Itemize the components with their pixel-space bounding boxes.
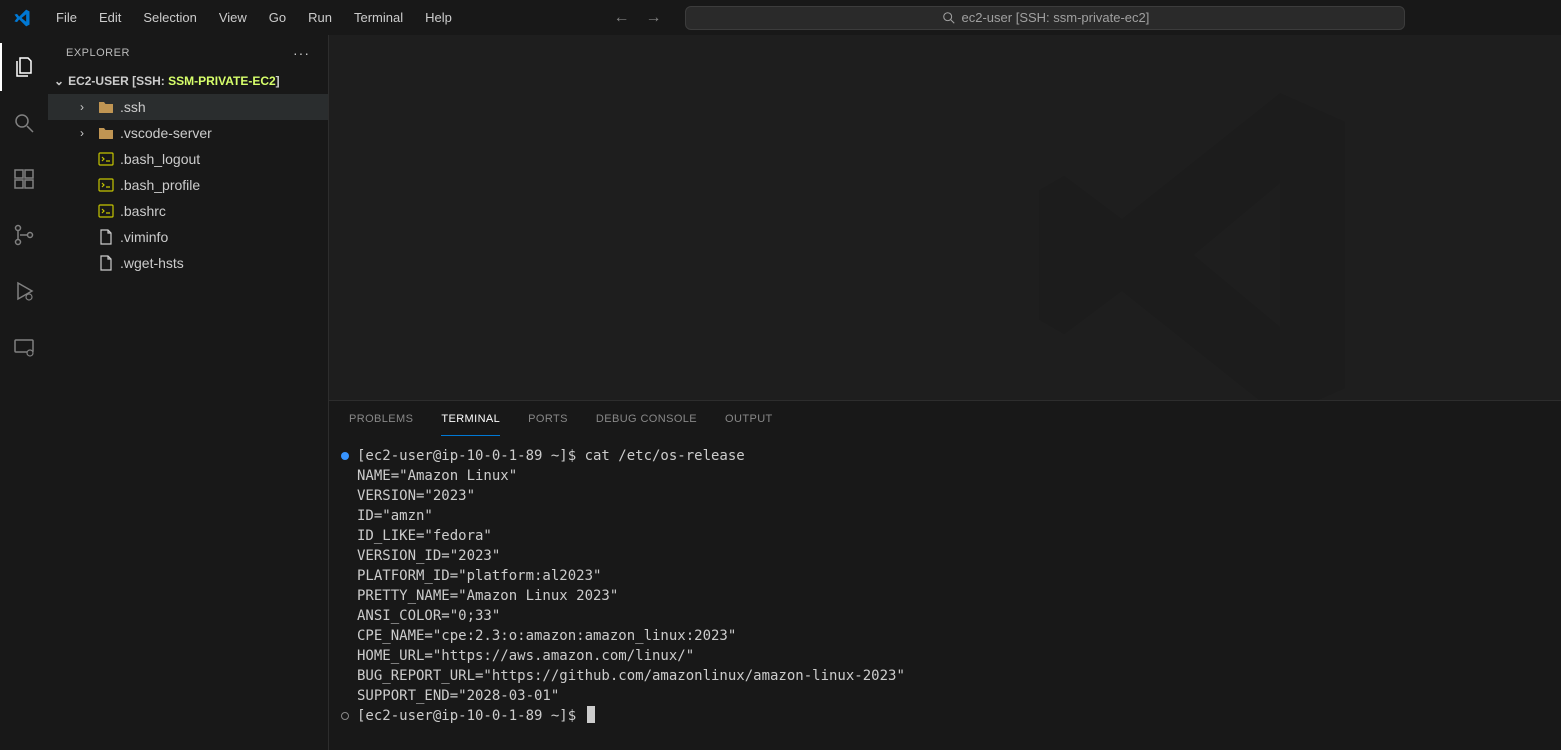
editor-area [329,35,1561,400]
terminal-file-icon [96,178,116,192]
terminal-view[interactable]: [ec2-user@ip-10-0-1-89 ~]$ cat /etc/os-r… [329,436,1561,750]
menu-terminal[interactable]: Terminal [344,6,413,29]
search-icon [942,11,956,25]
terminal-line: ID_LIKE="fedora" [357,526,492,546]
nav-arrows: ← → [613,9,661,27]
panel: PROBLEMS TERMINAL PORTS DEBUG CONSOLE OUTPUT… [329,400,1561,750]
panel-tab-debug-console[interactable]: DEBUG CONSOLE [596,401,697,436]
remote-icon [12,335,36,359]
chevron-right-icon: › [80,100,96,114]
sidebar-more-icon[interactable]: ··· [293,45,310,61]
activity-explorer[interactable] [0,43,48,91]
terminal-line: [ec2-user@ip-10-0-1-89 ~]$ cat /etc/os-r… [357,446,745,466]
menu-file[interactable]: File [46,6,87,29]
vscode-watermark-icon [1021,75,1381,400]
panel-tab-terminal[interactable]: TERMINAL [441,401,500,436]
command-center-text: ec2-user [SSH: ssm-private-ec2] [962,10,1150,25]
vscode-logo-icon [8,4,36,32]
titlebar: File Edit Selection View Go Run Terminal… [0,0,1561,35]
terminal-line: ID="amzn" [357,506,433,526]
workspace-host: SSM-PRIVATE-EC2 [168,74,276,88]
workspace-context-suffix: ] [276,74,280,88]
menu-help[interactable]: Help [415,6,462,29]
workspace-header[interactable]: ⌄ EC2-USER [SSH: SSM-PRIVATE-EC2] [48,70,328,92]
terminal-active-dot-icon [341,452,349,460]
sidebar: EXPLORER ··· ⌄ EC2-USER [SSH: SSM-PRIVAT… [48,35,329,750]
tree-item-label: .bash_logout [120,151,200,167]
folder-icon [96,100,116,114]
terminal-line: VERSION_ID="2023" [357,546,500,566]
nav-back-icon[interactable]: ← [613,9,629,27]
tree-item-label: .wget-hsts [120,255,184,271]
panel-tab-output[interactable]: OUTPUT [725,401,773,436]
terminal-line: ANSI_COLOR="0;33" [357,606,500,626]
play-icon [12,279,36,303]
tree-item-bashrc[interactable]: .bashrc [48,198,328,224]
terminal-file-icon [96,204,116,218]
activity-run-debug[interactable] [0,267,48,315]
menu-edit[interactable]: Edit [89,6,131,29]
activity-source-control[interactable] [0,211,48,259]
activity-search[interactable] [0,99,48,147]
nav-forward-icon[interactable]: → [645,9,661,27]
file-icon [96,255,116,271]
files-icon [12,55,36,79]
tree-item-ssh[interactable]: › .ssh [48,94,328,120]
tree-item-label: .vscode-server [120,125,212,141]
terminal-file-icon [96,152,116,166]
terminal-idle-dot-icon [341,712,349,720]
sidebar-header: EXPLORER ··· [48,35,328,70]
workspace-name: EC2-USER [68,74,129,88]
chevron-right-icon: › [80,126,96,140]
terminal-line: PRETTY_NAME="Amazon Linux 2023" [357,586,618,606]
workspace-context-prefix: [SSH: [129,74,168,88]
menu-go[interactable]: Go [259,6,296,29]
activity-remote[interactable] [0,323,48,371]
tree-item-wget-hsts[interactable]: .wget-hsts [48,250,328,276]
tree-item-bash_logout[interactable]: .bash_logout [48,146,328,172]
panel-tab-ports[interactable]: PORTS [528,401,568,436]
command-center[interactable]: ec2-user [SSH: ssm-private-ec2] [685,6,1405,30]
menu-view[interactable]: View [209,6,257,29]
source-control-icon [12,223,36,247]
terminal-line: [ec2-user@ip-10-0-1-89 ~]$ [357,706,585,726]
tree-item-bash_profile[interactable]: .bash_profile [48,172,328,198]
extensions-icon [12,167,36,191]
terminal-line: HOME_URL="https://aws.amazon.com/linux/" [357,646,694,666]
activity-extensions[interactable] [0,155,48,203]
file-tree: › .ssh › .vscode-server .bash_logout .bash_pr… [48,92,328,278]
terminal-line: BUG_REPORT_URL="https://github.com/amazo… [357,666,905,686]
folder-icon [96,126,116,140]
tree-item-viminfo[interactable]: .viminfo [48,224,328,250]
terminal-line: SUPPORT_END="2028-03-01" [357,686,559,706]
tree-item-label: .bashrc [120,203,166,219]
chevron-down-icon: ⌄ [54,74,64,88]
tree-item-vscode-server[interactable]: › .vscode-server [48,120,328,146]
terminal-line: NAME="Amazon Linux" [357,466,517,486]
tree-item-label: .bash_profile [120,177,200,193]
menu-run[interactable]: Run [298,6,342,29]
sidebar-title: EXPLORER [66,47,130,59]
activitybar [0,35,48,750]
panel-tab-problems[interactable]: PROBLEMS [349,401,413,436]
menu-selection[interactable]: Selection [133,6,206,29]
file-icon [96,229,116,245]
tree-item-label: .viminfo [120,229,168,245]
terminal-cursor [587,706,595,723]
terminal-line: VERSION="2023" [357,486,475,506]
panel-tabs: PROBLEMS TERMINAL PORTS DEBUG CONSOLE OUTPUT [329,401,1561,436]
search-icon [12,111,36,135]
menubar: File Edit Selection View Go Run Terminal… [46,6,462,29]
terminal-line: PLATFORM_ID="platform:al2023" [357,566,601,586]
tree-item-label: .ssh [120,99,146,115]
terminal-line: CPE_NAME="cpe:2.3:o:amazon:amazon_linux:… [357,626,736,646]
